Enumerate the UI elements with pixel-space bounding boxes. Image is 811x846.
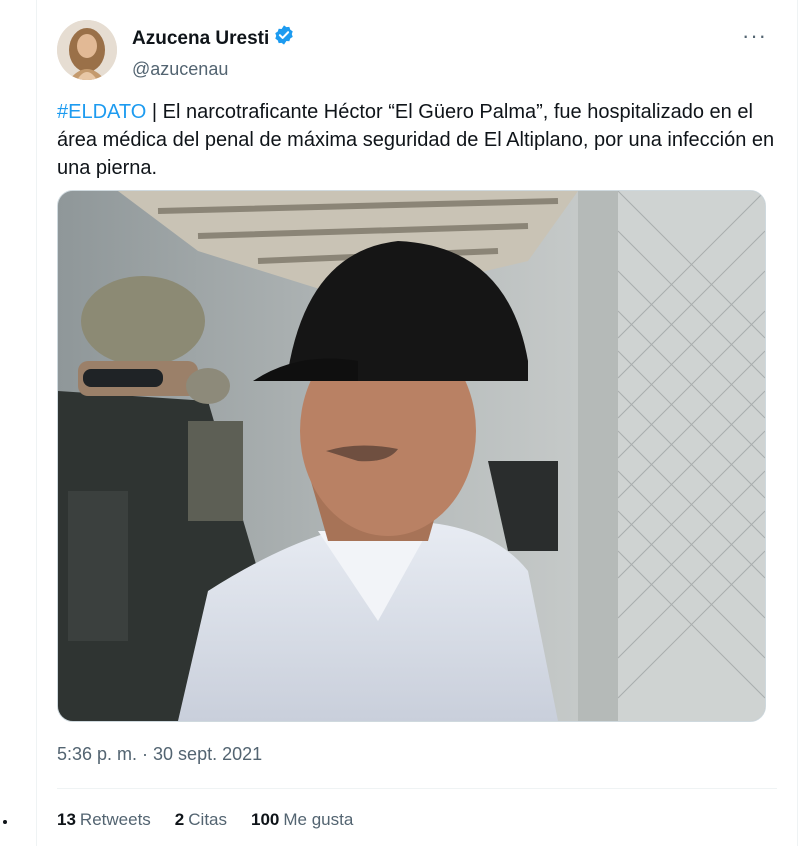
tweet-body: El narcotraficante Héctor “El Güero Palm…	[57, 101, 775, 179]
quotes-stat[interactable]: 2 Citas	[175, 808, 227, 832]
divider	[57, 788, 777, 789]
retweets-stat[interactable]: 13 Retweets	[57, 808, 151, 832]
likes-count: 100	[251, 810, 280, 829]
tweet-text: #ELDATO | El narcotraficante Héctor “El …	[57, 98, 777, 182]
quotes-label: Citas	[188, 810, 227, 829]
hashtag-link[interactable]: #ELDATO	[57, 101, 146, 123]
author-handle[interactable]: @azucenau	[132, 57, 295, 81]
likes-label: Me gusta	[283, 810, 354, 829]
avatar[interactable]	[57, 20, 117, 80]
tweet-photo[interactable]	[57, 190, 766, 722]
author-name-row[interactable]: Azucena Uresti	[132, 24, 295, 53]
more-options-icon[interactable]: ···	[742, 25, 767, 47]
user-info: Azucena Uresti @azucenau	[132, 24, 295, 81]
author-name[interactable]: Azucena Uresti	[132, 27, 269, 51]
quotes-count: 2	[174, 810, 185, 829]
verified-badge-icon	[273, 24, 295, 53]
tweet-card: Azucena Uresti @azucenau ··· #ELDATO | E…	[36, 0, 798, 846]
likes-stat[interactable]: 100 Me gusta	[251, 808, 353, 832]
tweet-separator: |	[146, 101, 163, 123]
tweet-timestamp[interactable]: 5:36 p. m. · 30 sept. 2021	[57, 742, 262, 766]
retweets-label: Retweets	[79, 810, 151, 829]
retweets-count: 13	[57, 810, 76, 829]
tweet-stats: 13 Retweets 2 Citas 100 Me gusta	[57, 808, 353, 832]
page-dot	[3, 820, 7, 824]
